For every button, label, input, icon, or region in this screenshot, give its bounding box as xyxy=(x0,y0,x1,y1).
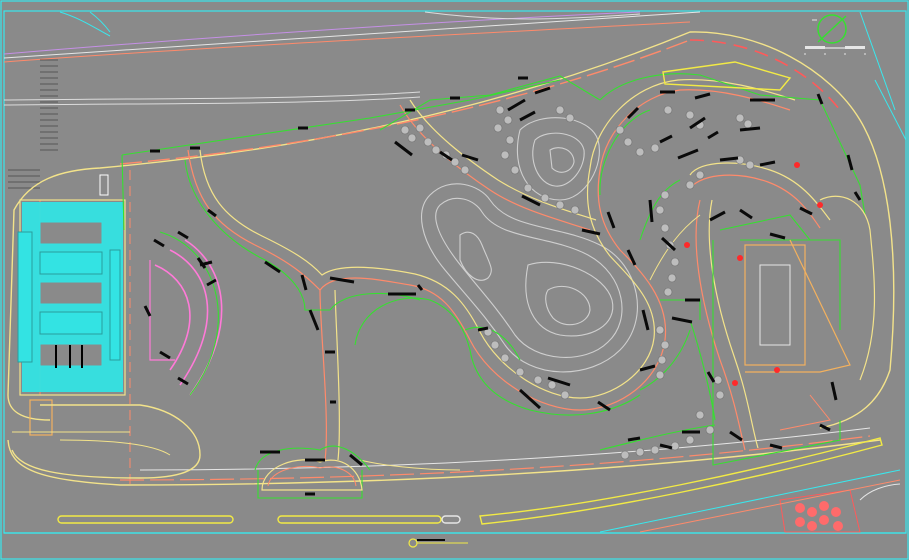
site-plan-drawing xyxy=(0,0,909,560)
